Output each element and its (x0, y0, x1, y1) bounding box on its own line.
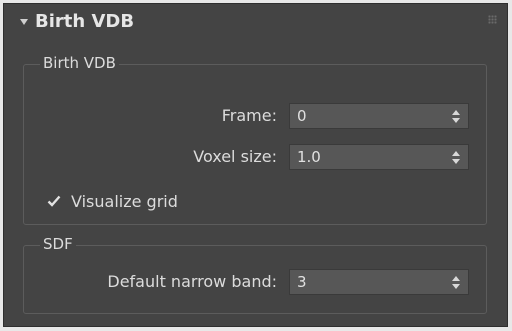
narrow-band-spinner[interactable]: 3 (289, 269, 469, 295)
birth-vdb-rollout: Birth VDB Birth VDB Frame: 0 Voxel size:… (3, 3, 508, 327)
decrement-arrow-icon[interactable] (452, 118, 460, 123)
collapse-triangle-icon[interactable] (20, 19, 28, 25)
checkmark-icon[interactable] (47, 194, 61, 208)
increment-arrow-icon[interactable] (452, 276, 460, 281)
decrement-arrow-icon[interactable] (452, 159, 460, 164)
frame-label: Frame: (221, 106, 277, 125)
spinner-arrows-icon[interactable] (452, 276, 460, 289)
drag-handle-icon[interactable] (488, 15, 497, 24)
voxel-size-value[interactable]: 1.0 (297, 148, 321, 166)
increment-arrow-icon[interactable] (452, 151, 460, 156)
birth-vdb-group-title: Birth VDB (40, 54, 119, 72)
frame-value[interactable]: 0 (297, 107, 307, 125)
spinner-arrows-icon[interactable] (452, 110, 460, 123)
rollout-header[interactable]: Birth VDB (4, 4, 507, 40)
narrow-band-value[interactable]: 3 (297, 273, 307, 291)
sdf-group-title: SDF (40, 235, 76, 253)
voxel-size-label: Voxel size: (193, 147, 277, 166)
rollout-title: Birth VDB (35, 11, 135, 32)
increment-arrow-icon[interactable] (452, 110, 460, 115)
frame-spinner[interactable]: 0 (289, 103, 469, 129)
decrement-arrow-icon[interactable] (452, 284, 460, 289)
spinner-arrows-icon[interactable] (452, 151, 460, 164)
narrow-band-label: Default narrow band: (107, 272, 277, 291)
voxel-size-spinner[interactable]: 1.0 (289, 144, 469, 170)
visualize-grid-label[interactable]: Visualize grid (71, 192, 178, 212)
